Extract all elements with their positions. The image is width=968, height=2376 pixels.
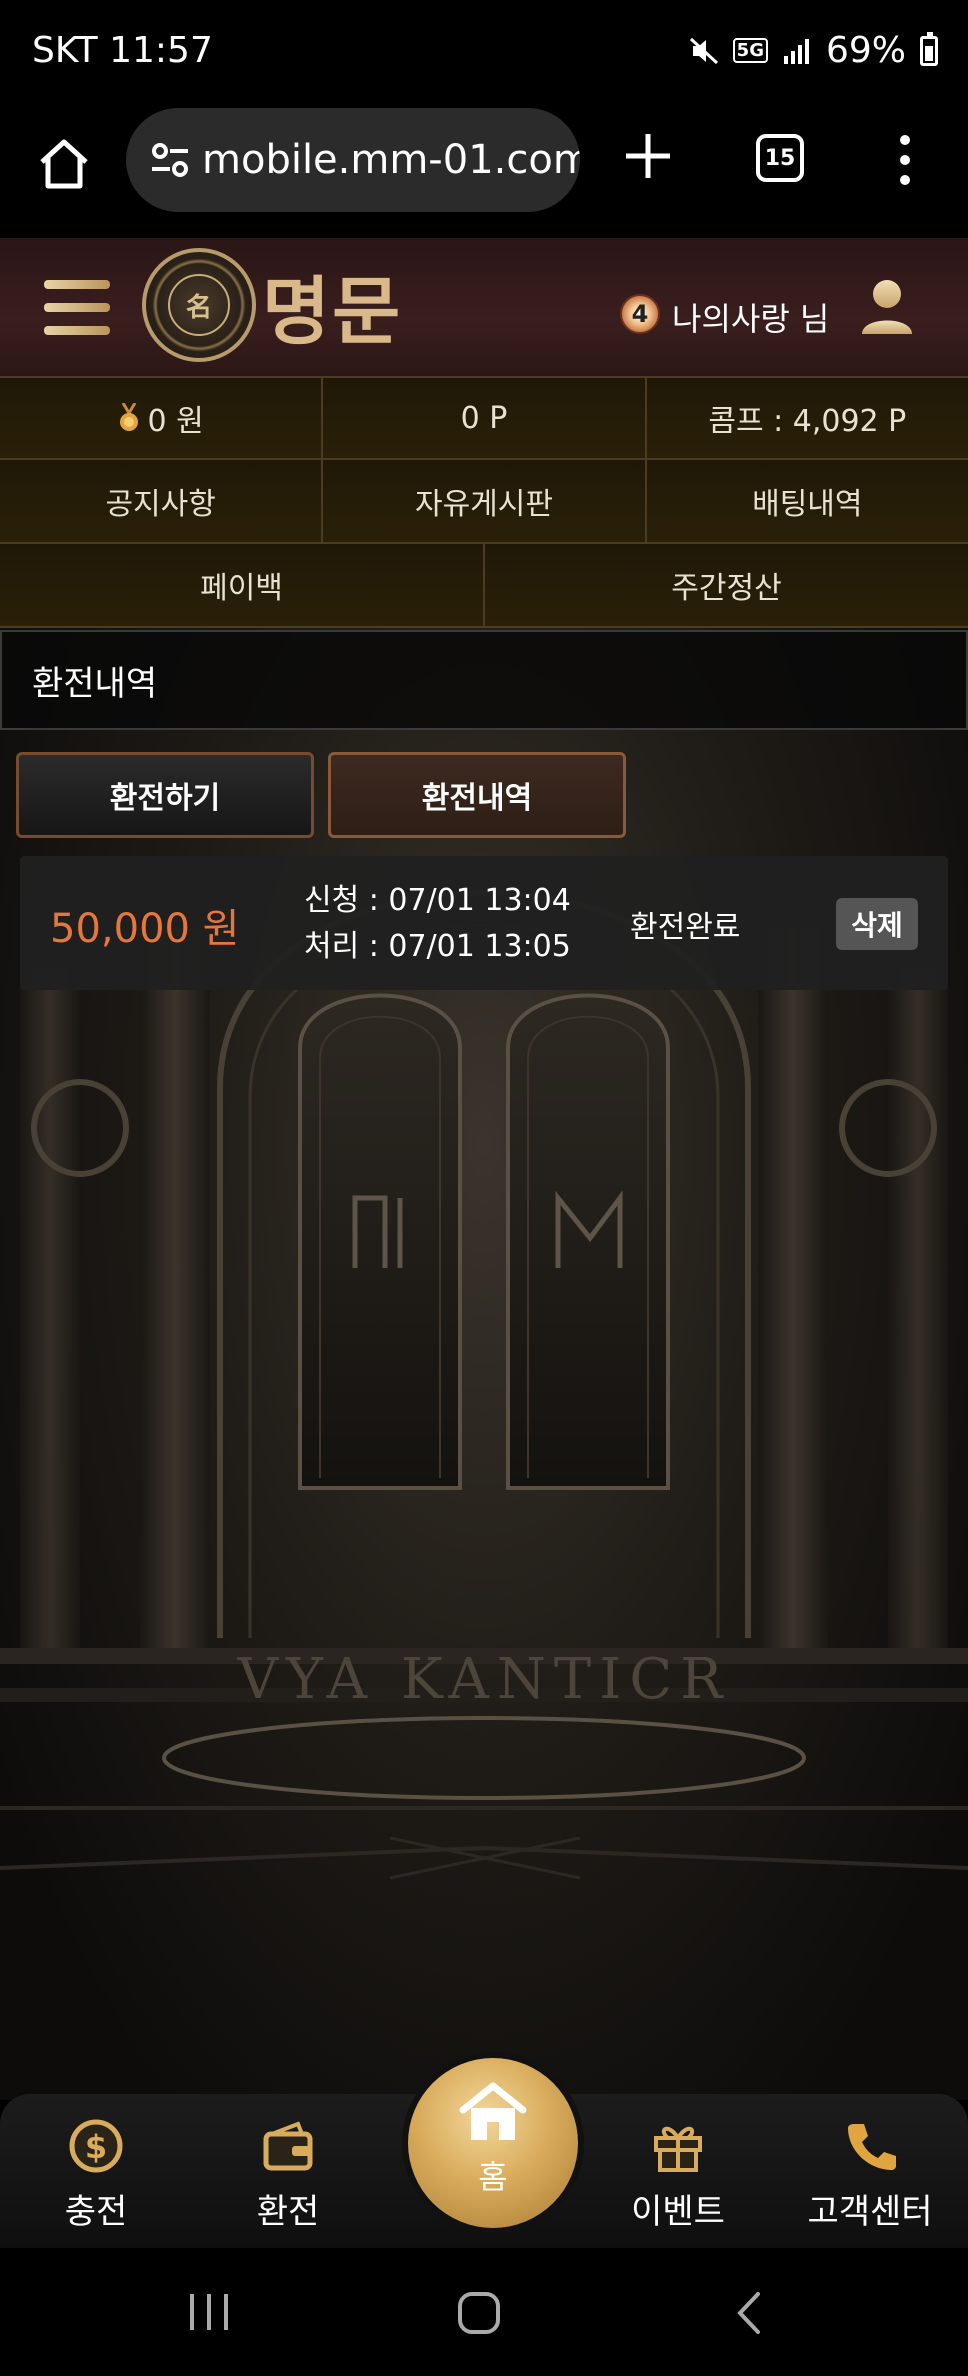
nav-support[interactable]: 고객센터 [790,2116,950,2236]
logo-emblem[interactable]: 名 [142,248,256,362]
menu-notice[interactable]: 공지사항 [0,460,324,542]
background-inscription: VYA KANTICR [237,1647,731,1712]
recent-apps-icon[interactable] [186,2290,232,2334]
house-icon [459,2082,527,2140]
dollar-coin-icon: $ [69,2119,123,2173]
logo-text[interactable]: 명문 [262,252,402,359]
background-gate-illustration: VYA KANTICR [0,890,968,1880]
nav-charge[interactable]: $ 충전 [16,2116,176,2236]
nav-home-button[interactable]: 홈 [408,2058,578,2228]
balance-value: 0 원 [147,404,204,439]
svg-text:$: $ [85,2128,107,2166]
medal-icon [119,403,138,431]
record-amount: 50,000 원 [50,906,240,952]
comp-value: 콤프 : 4,092 P [708,404,907,439]
site-settings-icon[interactable] [148,138,192,182]
new-tab-icon[interactable] [620,126,676,186]
url-bar[interactable]: mobile.mm-01.com [126,108,580,212]
system-home-icon[interactable] [456,2290,502,2336]
wallet-icon [263,2121,313,2171]
tab-withdraw-history[interactable]: 환전내역 [328,752,626,838]
points-cell: 0 P [323,378,647,458]
url-text: mobile.mm-01.com [202,137,580,183]
nav-event[interactable]: 이벤트 [598,2116,758,2236]
nav-home-label: 홈 [478,2158,508,2196]
site-header: 名 명문 4 나의사랑 님 [0,238,968,376]
record-processed-time: 처리 : 07/01 13:05 [304,929,571,964]
tab-switcher-button[interactable]: 15 [756,134,804,182]
battery-icon [920,31,938,66]
balance-cell: 0 원 [0,378,324,458]
page-title: 환전내역 [0,630,968,730]
back-icon[interactable] [734,2290,764,2336]
status-icons: 5G 69% [689,30,938,71]
menu-betting-history[interactable]: 배팅내역 [646,460,968,542]
record-status: 환전완료 [630,910,741,945]
user-level-badge: 4 [620,294,660,334]
gift-icon [654,2126,702,2172]
nav-event-label: 이벤트 [631,2192,725,2232]
phone-icon [848,2124,896,2170]
status-bar: SKT 11:57 5G 69% [0,0,968,108]
withdraw-record-row: 50,000 원 신청 : 07/01 13:04 처리 : 07/01 13:… [20,856,948,990]
delete-button[interactable]: 삭제 [836,898,918,950]
hamburger-menu-icon[interactable] [44,280,110,336]
record-requested-time: 신청 : 07/01 13:04 [304,883,571,918]
browser-toolbar: mobile.mm-01.com 15 [0,108,968,238]
home-icon[interactable] [36,136,92,192]
background-artwork: VYA KANTICR [0,628,968,2100]
nav-support-label: 고객센터 [807,2192,933,2232]
more-menu-icon[interactable] [890,132,920,188]
record-times: 신청 : 07/01 13:04 처리 : 07/01 13:05 [304,878,571,970]
menu-free-board[interactable]: 자유게시판 [323,460,647,542]
menu-weekly-settlement[interactable]: 주간정산 [485,544,968,626]
network-5g-icon: 5G [732,38,768,63]
system-navigation-bar [0,2248,968,2376]
comp-cell[interactable]: 콤프 : 4,092 P [646,378,968,458]
mute-icon [689,37,718,64]
battery-percent: 69% [825,30,906,71]
carrier-time: SKT 11:57 [32,30,213,71]
signal-icon [783,38,809,64]
nav-exchange[interactable]: 환전 [208,2116,368,2236]
nav-charge-label: 충전 [64,2192,128,2232]
points-value: 0 P [460,400,508,436]
account-info-grid: 0 원 0 P 콤프 : 4,092 P 공지사항 자유게시판 배팅내역 페이백… [0,376,968,628]
tab-withdraw[interactable]: 환전하기 [16,752,314,838]
menu-payback[interactable]: 페이백 [0,544,485,626]
user-name: 나의사랑 님 [672,300,830,338]
user-profile-icon[interactable] [858,276,916,338]
nav-exchange-label: 환전 [256,2192,320,2232]
